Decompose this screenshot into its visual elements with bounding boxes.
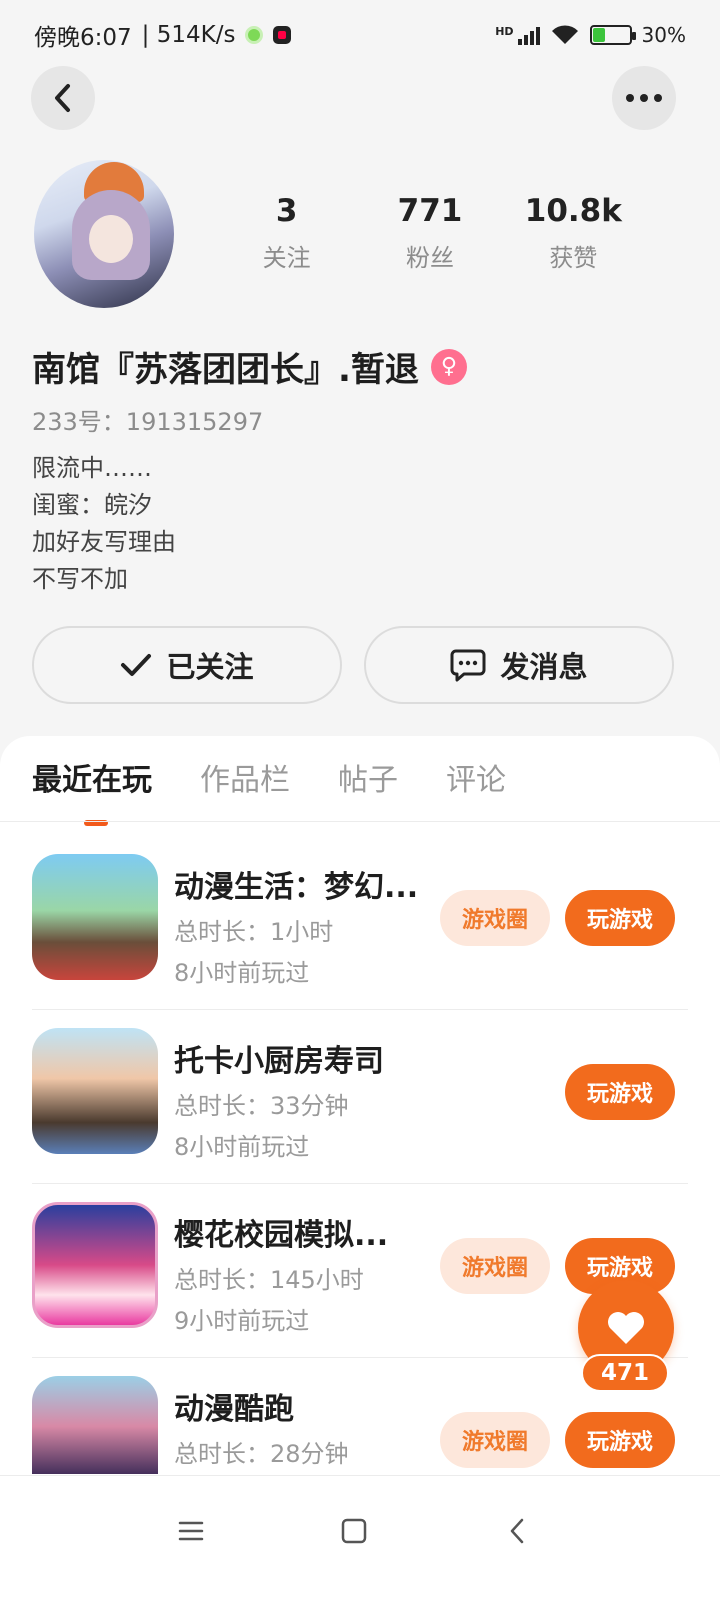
recent-apps-button[interactable] [161,1506,221,1556]
bio-line: 闺蜜：皖汐 [32,491,152,519]
message-button[interactable]: 发消息 [364,626,674,704]
home-button[interactable] [324,1506,384,1556]
status-bar: 傍晚6:07 | 514K/s HD 30% [0,0,720,70]
user-name: 南馆『苏落团团长』.暂退 [32,350,419,390]
game-row[interactable]: 托卡小厨房寿司 总时长：33分钟 8小时前玩过 玩游戏 [32,1010,688,1184]
play-game-button[interactable]: 玩游戏 [565,1412,675,1468]
game-last-played: 9小时前玩过 [174,1307,310,1335]
stat-likes[interactable]: 10.8k 获赞 [502,190,645,273]
more-dots-icon [626,94,662,102]
bio-line: 不写不加 [32,565,128,593]
tab-posts[interactable]: 帖子 [338,756,398,806]
green-dot-icon [245,26,264,44]
game-row[interactable]: 动漫生活：梦幻... 总时长：1小时 8小时前玩过 游戏圈 玩游戏 [32,836,688,1010]
heart-icon [608,1312,644,1344]
bio-line: 加好友写理由 [32,528,176,556]
game-play-time: 总时长：33分钟 [174,1092,349,1120]
system-nav-bar [0,1475,720,1600]
app-notification-icon [273,26,292,44]
game-title: 动漫酷跑 [174,1392,294,1427]
status-time: 傍晚6:07 [34,25,132,51]
game-circle-button[interactable]: 游戏圈 [440,1238,550,1294]
game-icon[interactable] [32,1376,158,1474]
user-id: 233号：191315297 [32,408,264,436]
content-panel: 最近在玩 作品栏 帖子 评论 动漫生活：梦幻... 总时长：1小时 8小时前玩过… [0,736,720,1600]
game-last-played: 8小时前玩过 [174,959,310,987]
game-title: 动漫生活：梦幻... [174,870,419,905]
avatar-face [89,215,133,263]
battery-percent: 30% [641,23,686,47]
system-back-button[interactable] [487,1506,547,1556]
status-right: HD 30% [495,23,686,47]
game-circle-button[interactable]: 游戏圈 [440,890,550,946]
stat-label: 获赞 [549,244,598,272]
stat-following[interactable]: 3 关注 [215,190,358,273]
user-bio: 限流中…… 闺蜜：皖汐 加好友写理由 不写不加 [32,450,176,598]
stat-label: 粉丝 [405,244,454,272]
play-game-button[interactable]: 玩游戏 [565,890,675,946]
tab-recent[interactable]: 最近在玩 [32,756,152,826]
game-title: 托卡小厨房寿司 [174,1044,384,1079]
chat-bubble-icon [450,649,486,682]
followed-button[interactable]: 已关注 [32,626,342,704]
back-triangle-icon [510,1518,524,1544]
game-circle-button[interactable]: 游戏圈 [440,1412,550,1468]
menu-icon [178,1521,204,1541]
game-play-time: 总时长：145小时 [174,1266,364,1294]
message-label: 发消息 [500,650,588,684]
tab-divider [0,821,720,822]
stat-label: 关注 [262,244,311,272]
followed-label: 已关注 [166,650,254,684]
tab-works[interactable]: 作品栏 [200,756,290,806]
battery-icon [589,25,636,45]
play-game-button[interactable]: 玩游戏 [565,1064,675,1120]
stat-value: 3 [275,193,298,229]
like-count: 471 [581,1354,669,1392]
hd-label: HD [495,25,514,38]
game-play-time: 总时长：1小时 [174,918,334,946]
game-icon[interactable] [32,1028,158,1154]
stat-value: 771 [397,193,463,229]
tab-bar: 最近在玩 作品栏 帖子 评论 [32,756,506,826]
chevron-left-icon [55,84,70,112]
bio-line: 限流中…… [32,454,152,482]
square-icon [341,1518,367,1544]
more-button[interactable] [612,66,676,130]
female-icon: ♀ [430,348,467,385]
stat-fans[interactable]: 771 粉丝 [358,190,501,273]
wifi-icon [551,25,578,44]
game-play-time: 总时长：28分钟 [174,1440,349,1468]
status-speed: | 514K/s [141,22,236,48]
game-last-played: 8小时前玩过 [174,1133,310,1161]
tab-comments[interactable]: 评论 [446,756,506,806]
name-row: 南馆『苏落团团长』.暂退 ♀ [32,342,467,391]
back-button[interactable] [31,66,95,130]
avatar[interactable] [34,160,174,308]
game-icon[interactable] [32,1202,158,1328]
game-title: 樱花校园模拟... [174,1218,389,1253]
game-icon[interactable] [32,854,158,980]
check-icon [121,654,152,676]
stat-value: 10.8k [524,193,622,229]
profile-stats: 3 关注 771 粉丝 10.8k 获赞 [215,190,645,273]
status-left: 傍晚6:07 | 514K/s [34,18,292,52]
signal-icon [517,25,540,45]
